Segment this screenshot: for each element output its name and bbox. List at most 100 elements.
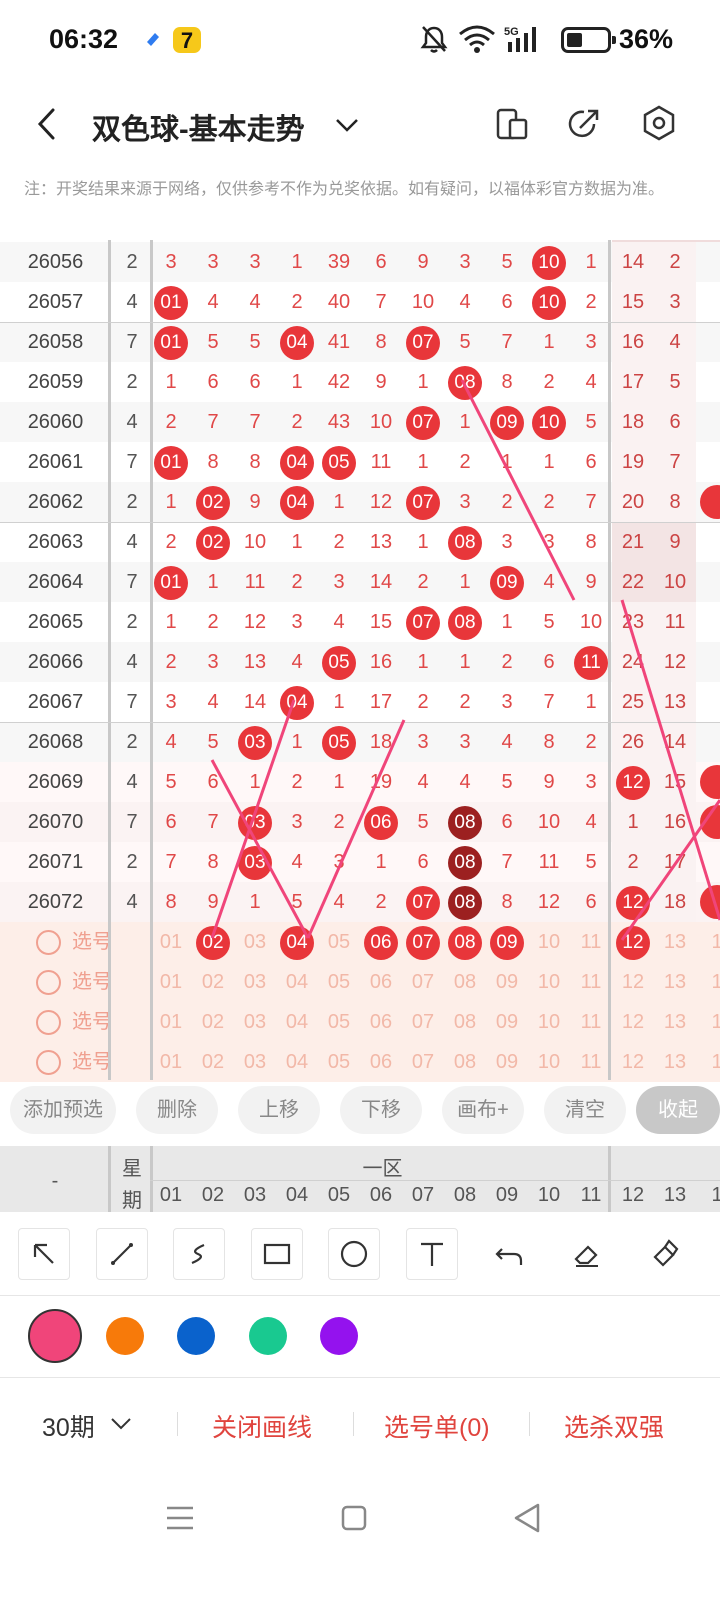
- number-cell[interactable]: 13: [360, 522, 402, 562]
- select-number-cell[interactable]: 02: [192, 1002, 234, 1042]
- select-number-cell[interactable]: 01: [150, 1042, 192, 1082]
- radio-circle-icon[interactable]: [36, 970, 61, 995]
- number-cell[interactable]: 6: [570, 882, 612, 922]
- select-number-cell[interactable]: 07: [402, 962, 444, 1002]
- menu-icon[interactable]: [164, 1502, 196, 1539]
- number-cell[interactable]: 9: [654, 522, 696, 562]
- drawn-ball[interactable]: 08: [448, 886, 482, 920]
- toolbar-button[interactable]: 删除: [136, 1086, 218, 1134]
- number-cell[interactable]: 43: [318, 402, 360, 442]
- select-number-cell[interactable]: 10: [528, 1002, 570, 1042]
- number-cell[interactable]: 1: [402, 362, 444, 402]
- select-number-cell[interactable]: 09: [486, 922, 528, 962]
- number-cell[interactable]: 07: [402, 882, 444, 922]
- number-cell[interactable]: 1: [402, 522, 444, 562]
- number-cell[interactable]: 2: [486, 642, 528, 682]
- select-number-cell[interactable]: 1: [696, 1002, 720, 1042]
- number-cell[interactable]: 5: [654, 362, 696, 402]
- number-cell[interactable]: 10: [570, 602, 612, 642]
- number-cell[interactable]: 19: [612, 442, 654, 482]
- select-number-cell[interactable]: 01: [150, 922, 192, 962]
- drawn-ball[interactable]: 08: [448, 366, 482, 400]
- number-cell[interactable]: 01: [150, 322, 192, 362]
- drawn-ball[interactable]: 01: [154, 286, 188, 320]
- number-cell[interactable]: 2: [150, 642, 192, 682]
- number-cell[interactable]: 5: [192, 322, 234, 362]
- select-number-cell[interactable]: 13: [654, 1042, 696, 1082]
- select-number-cell[interactable]: 12: [612, 1002, 654, 1042]
- color-swatch[interactable]: [28, 1309, 82, 1363]
- toolbar-button[interactable]: 添加预选: [10, 1086, 116, 1134]
- select-label[interactable]: 选号: [72, 1042, 112, 1082]
- drawn-ball[interactable]: 09: [490, 406, 524, 440]
- number-cell[interactable]: 1: [318, 682, 360, 722]
- drawn-ball[interactable]: 02: [196, 486, 230, 520]
- number-cell[interactable]: 23: [612, 602, 654, 642]
- drawn-ball[interactable]: 05: [322, 446, 356, 480]
- select-number-cell[interactable]: 01: [150, 962, 192, 1002]
- number-cell[interactable]: 2: [654, 242, 696, 282]
- select-number-cell[interactable]: 03: [234, 1042, 276, 1082]
- number-cell[interactable]: 11: [234, 562, 276, 602]
- select-number-cell[interactable]: 05: [318, 1002, 360, 1042]
- select-number-cell[interactable]: 08: [444, 922, 486, 962]
- number-cell[interactable]: 4: [570, 802, 612, 842]
- number-cell[interactable]: 3: [570, 322, 612, 362]
- number-cell[interactable]: 01: [150, 442, 192, 482]
- select-number-cell[interactable]: 11: [570, 922, 612, 962]
- close-drawing-button[interactable]: 关闭画线: [212, 1408, 312, 1444]
- number-cell[interactable]: 20: [612, 482, 654, 522]
- select-number-cell[interactable]: 01: [150, 1002, 192, 1042]
- number-cell[interactable]: 3: [150, 682, 192, 722]
- number-cell[interactable]: 8: [150, 882, 192, 922]
- number-cell[interactable]: 17: [360, 682, 402, 722]
- number-cell[interactable]: 08: [444, 882, 486, 922]
- number-cell[interactable]: 12: [528, 882, 570, 922]
- select-number-cell[interactable]: 02: [192, 1042, 234, 1082]
- drawn-ball[interactable]: 07: [406, 886, 440, 920]
- number-cell[interactable]: 9: [192, 882, 234, 922]
- number-cell[interactable]: 6: [234, 362, 276, 402]
- drawn-ball[interactable]: 01: [154, 566, 188, 600]
- number-cell[interactable]: 07: [402, 322, 444, 362]
- number-cell[interactable]: 4: [528, 562, 570, 602]
- number-cell[interactable]: 08: [444, 802, 486, 842]
- number-cell[interactable]: 42: [318, 362, 360, 402]
- select-number-cell[interactable]: 11: [570, 1042, 612, 1082]
- settings-hex-icon[interactable]: [640, 104, 678, 142]
- number-cell[interactable]: 10: [528, 242, 570, 282]
- select-number-cell[interactable]: 03: [234, 1002, 276, 1042]
- select-number-cell[interactable]: 10: [528, 1042, 570, 1082]
- color-swatch[interactable]: [177, 1317, 215, 1355]
- selection-list-button[interactable]: 选号单(0): [384, 1408, 490, 1444]
- number-cell[interactable]: 1: [276, 522, 318, 562]
- picked-ball[interactable]: 07: [406, 926, 440, 960]
- number-cell[interactable]: 3: [192, 242, 234, 282]
- number-cell[interactable]: 16: [360, 642, 402, 682]
- number-cell[interactable]: 5: [486, 242, 528, 282]
- number-cell[interactable]: 1: [150, 482, 192, 522]
- number-cell[interactable]: 6: [570, 442, 612, 482]
- number-cell[interactable]: 1: [276, 242, 318, 282]
- number-cell[interactable]: 1: [570, 682, 612, 722]
- picked-ball[interactable]: 08: [448, 926, 482, 960]
- number-cell[interactable]: 3: [528, 522, 570, 562]
- select-number-cell[interactable]: 13: [654, 922, 696, 962]
- select-number-cell[interactable]: 10: [528, 962, 570, 1002]
- toolbar-button[interactable]: 清空: [544, 1086, 626, 1134]
- number-cell[interactable]: 08: [444, 522, 486, 562]
- drawn-ball[interactable]: 10: [532, 286, 566, 320]
- number-cell[interactable]: 13: [234, 642, 276, 682]
- select-number-cell[interactable]: 03: [234, 962, 276, 1002]
- number-cell[interactable]: 7: [360, 282, 402, 322]
- share-icon[interactable]: [566, 106, 602, 142]
- select-number-cell[interactable]: 12: [612, 1042, 654, 1082]
- number-cell[interactable]: 7: [192, 402, 234, 442]
- number-cell[interactable]: 3: [444, 482, 486, 522]
- number-cell[interactable]: 2: [276, 402, 318, 442]
- number-cell[interactable]: 06: [360, 802, 402, 842]
- number-cell[interactable]: 03: [234, 722, 276, 762]
- select-label[interactable]: 选号: [72, 962, 112, 1002]
- number-cell[interactable]: 2: [528, 362, 570, 402]
- number-cell[interactable]: 2: [150, 522, 192, 562]
